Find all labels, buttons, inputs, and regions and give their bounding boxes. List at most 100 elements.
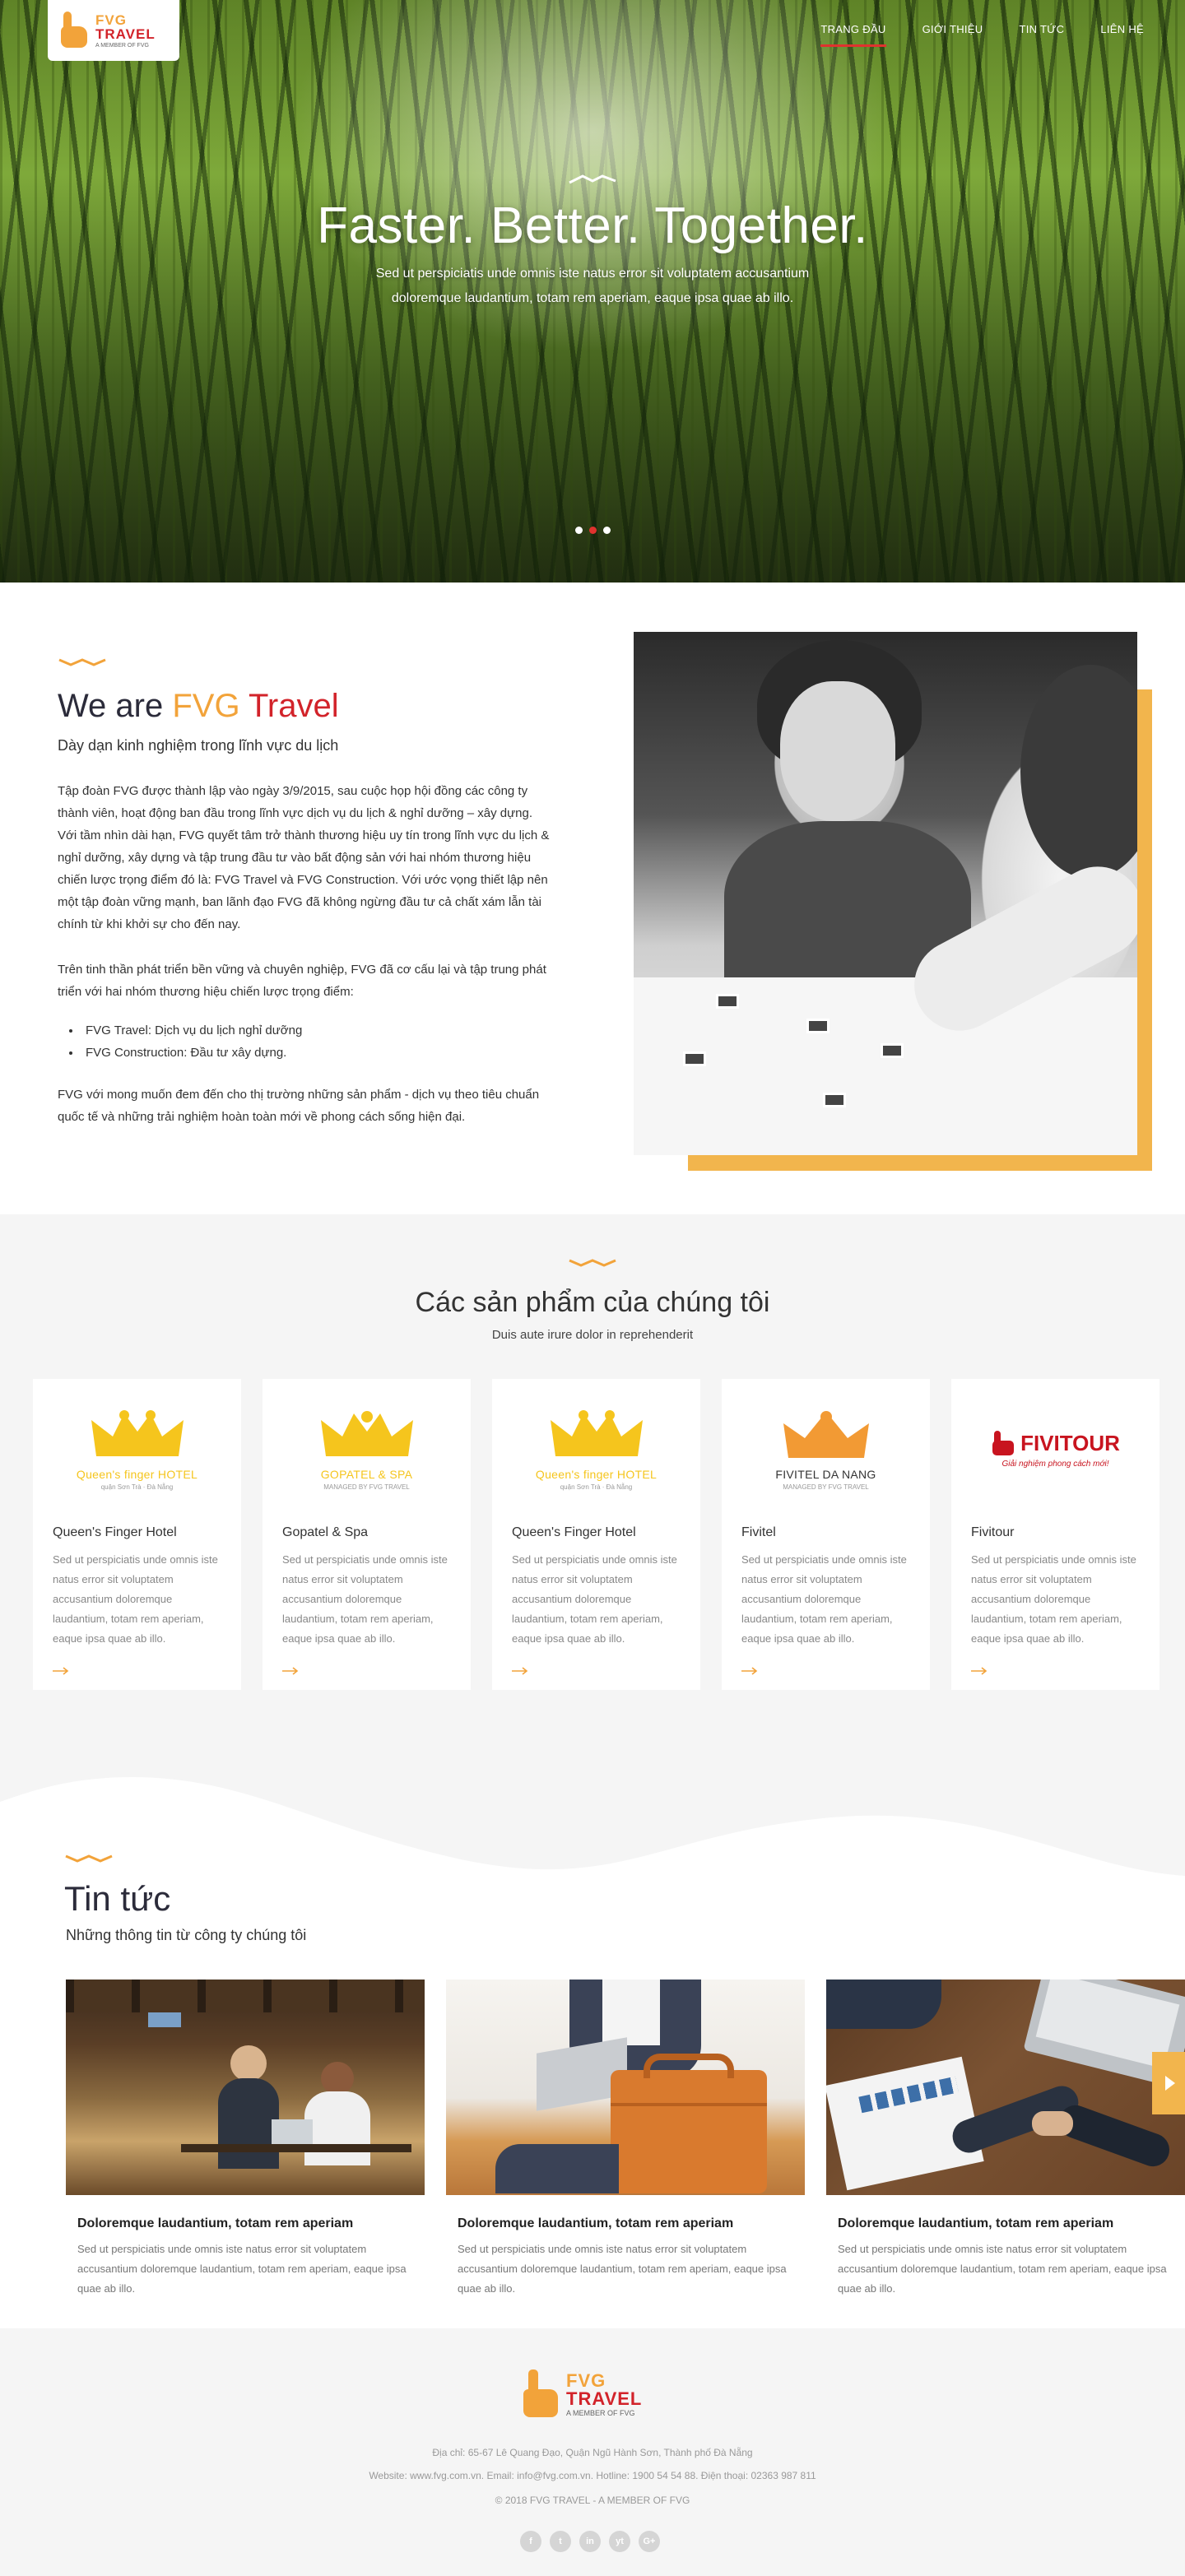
footer-contact: Website: www.fvg.com.vn. Email: info@fvg… [369,2470,816,2481]
news-card[interactable]: Doloremque laudantium, totam rem aperiam… [826,1980,1185,2299]
product-description: Sed ut perspiciatis unde omnis iste natu… [741,1553,907,1645]
about-title: We are FVG Travel [58,688,339,725]
product-logo: FIVITOUR Giải nghiệm phong cách mới! [971,1379,1140,1519]
product-description: Sed ut perspiciatis unde omnis iste natu… [971,1553,1136,1645]
products-title: Các sản phẩm của chúng tôi [415,1287,770,1318]
logo-tagline: A MEMBER OF FVG [95,42,149,49]
about-subtitle: Dày dạn kinh nghiệm trong lĩnh vực du lị… [58,737,339,754]
nav-item-news[interactable]: TIN TỨC [1019,23,1064,47]
product-card[interactable]: FIVITOUR Giải nghiệm phong cách mới! Fiv… [951,1379,1159,1690]
play-arrow-icon [1165,2076,1175,2091]
nav-item-about[interactable]: GIỚI THIỆU [922,23,983,47]
logo-name-top: FVG [566,2369,606,2391]
product-description: Sed ut perspiciatis unde omnis iste natu… [282,1553,448,1645]
hand-logo-icon [992,1431,1015,1455]
nav-item-contact[interactable]: LIÊN HỆ [1100,23,1144,47]
product-name: Queen's Finger Hotel [512,1525,636,1539]
team-photo [634,632,1137,1155]
crown-logo-icon [783,1411,869,1458]
about-paragraph-1: Tập đoàn FVG được thành lập vào ngày 3/9… [58,784,550,931]
logo-tagline: A MEMBER OF FVG [566,2408,635,2417]
google-plus-icon[interactable]: G+ [639,2531,660,2552]
news-next-button[interactable] [1152,2052,1185,2114]
footer-address: Địa chỉ: 65-67 Lê Quang Đạo, Quận Ngũ Hà… [432,2447,753,2458]
hand-logo-icon [58,12,91,49]
product-logo: GOPATEL & SPA MANAGED BY FVG TRAVEL [282,1379,451,1519]
product-card[interactable]: Queen's finger HOTEL quận Sơn Trà · Đà N… [492,1379,700,1690]
product-name: Gopatel & Spa [282,1525,369,1539]
news-card-title[interactable]: Doloremque laudantium, totam rem aperiam [77,2216,425,2231]
news-image [66,1980,425,2195]
logo-subtext: quận Sơn Trà · Đà Nẵng [100,1483,174,1491]
hero-content: Faster. Better. Together. Sed ut perspic… [0,173,1185,311]
main-nav: TRANG ĐẦU GIỚI THIỆU TIN TỨC LIÊN HỆ [820,23,1144,47]
news-subtitle: Những thông tin từ công ty chúng tôi [66,1927,307,1943]
twitter-icon[interactable]: t [550,2531,571,2552]
crown-logo-icon [550,1410,643,1456]
linkedin-icon[interactable]: in [579,2531,601,2552]
list-item: FVG Travel: Dịch vụ du lịch nghỉ dưỡng [66,1019,551,1042]
news-card-title[interactable]: Doloremque laudantium, totam rem aperiam [458,2216,805,2231]
product-card[interactable]: FIVITEL DA NANG MANAGED BY FVG TRAVEL Fi… [722,1379,930,1690]
logo-text: FIVITOUR [1020,1430,1120,1455]
slider-dot[interactable] [602,527,611,534]
footer-logo[interactable]: FVG TRAVEL A MEMBER OF FVG [520,2369,642,2419]
product-card[interactable]: Queen's finger HOTEL quận Sơn Trà · Đà N… [33,1379,241,1690]
logo-subtext: MANAGED BY FVG TRAVEL [323,1483,410,1491]
fivitour-logo: FIVITOUR [991,1429,1120,1457]
logo-subtext: quận Sơn Trà · Đà Nẵng [560,1483,633,1491]
products-section: Các sản phẩm của chúng tôi Duis aute iru… [0,1214,1185,1840]
news-section: Tin tức Những thông tin từ công ty chúng… [0,1769,1185,2328]
about-title-prefix: We are [58,688,164,724]
page: FVG TRAVEL A MEMBER OF FVG TRANG ĐẦU GIỚ… [0,0,1185,2576]
news-cards: Doloremque laudantium, totam rem aperiam… [66,1980,1185,2299]
about-bullet-list: FVG Travel: Dịch vụ du lịch nghỉ dưỡng F… [66,1019,551,1064]
news-card-title[interactable]: Doloremque laudantium, totam rem aperiam [838,2216,1185,2231]
product-cards: Queen's finger HOTEL quận Sơn Trà · Đà N… [33,1379,1159,1690]
arrow-right-icon[interactable] [971,1667,988,1675]
product-card[interactable]: GOPATEL & SPA MANAGED BY FVG TRAVEL Gopa… [263,1379,471,1690]
nav-item-home[interactable]: TRANG ĐẦU [820,23,886,47]
logo-text: Queen's finger HOTEL [76,1468,198,1481]
arrow-right-icon[interactable] [741,1667,758,1675]
logo-text: Queen's finger HOTEL [535,1468,658,1481]
youtube-icon[interactable]: yt [609,2531,630,2552]
tilde-divider-icon [65,1854,113,1863]
about-paragraph-2: Trên tinh thần phát triển bền vững và ch… [58,963,546,999]
list-item: FVG Construction: Đầu tư xây dựng. [66,1042,551,1064]
tilde-divider-icon [569,1259,616,1267]
product-name: Queen's Finger Hotel [53,1525,177,1539]
product-logo: Queen's finger HOTEL quận Sơn Trà · Đà N… [53,1379,221,1519]
hero-text: Sed ut perspiciatis unde omnis iste natu… [375,267,810,305]
about-title-brand-2: Travel [248,688,339,724]
crown-logo-icon [91,1410,184,1456]
footer: FVG TRAVEL A MEMBER OF FVG Địa chỉ: 65-6… [0,2328,1185,2576]
hand-logo-icon [520,2369,561,2419]
site-logo[interactable]: FVG TRAVEL A MEMBER OF FVG [48,0,179,61]
news-image [446,1980,805,2195]
logo-name-bottom: TRAVEL [566,2388,643,2409]
arrow-right-icon[interactable] [512,1667,528,1675]
news-image [826,1980,1185,2195]
news-card[interactable]: Doloremque laudantium, totam rem aperiam… [66,1980,425,2299]
crown-logo-icon [320,1411,413,1456]
about-section: We are FVG Travel Dày dạn kinh nghiệm tr… [0,583,1185,1214]
logo-subtext: MANAGED BY FVG TRAVEL [783,1483,869,1491]
about-paragraph-3: FVG với mong muốn đem đến cho thị trường… [58,1088,540,1124]
logo-name-bottom: TRAVEL [95,26,156,42]
social-links: f t in yt G+ [520,2531,660,2552]
slider-dot-active[interactable] [588,527,597,534]
slider-dot[interactable] [574,527,583,534]
wave-divider [0,1769,1185,1876]
arrow-right-icon[interactable] [53,1667,69,1675]
about-title-brand-1: FVG [172,688,240,724]
tilde-divider-icon [58,658,106,666]
product-description: Sed ut perspiciatis unde omnis iste natu… [53,1553,218,1645]
hero-section: FVG TRAVEL A MEMBER OF FVG TRANG ĐẦU GIỚ… [0,0,1185,583]
news-card[interactable]: Doloremque laudantium, totam rem aperiam… [446,1980,805,2299]
logo-subtext: Giải nghiệm phong cách mới! [1001,1460,1109,1469]
facebook-icon[interactable]: f [520,2531,541,2552]
news-title: Tin tức [64,1879,171,1918]
arrow-right-icon[interactable] [282,1667,299,1675]
product-logo: Queen's finger HOTEL quận Sơn Trà · Đà N… [512,1379,681,1519]
